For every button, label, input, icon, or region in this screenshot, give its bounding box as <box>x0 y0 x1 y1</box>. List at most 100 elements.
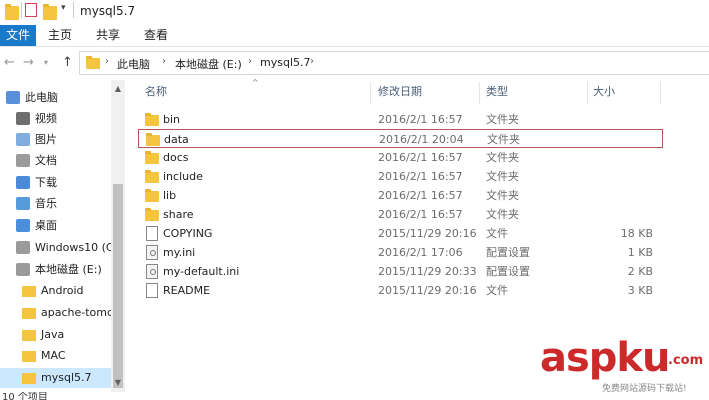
settings-file-icon <box>146 245 158 260</box>
file-icon <box>146 226 158 241</box>
column-divider[interactable] <box>479 82 480 104</box>
watermark-brand: aspku <box>540 335 671 381</box>
file-size <box>593 148 653 167</box>
music-icon <box>16 197 30 210</box>
breadcrumb-separator[interactable]: › <box>248 56 252 67</box>
new-folder-icon[interactable] <box>43 4 57 20</box>
computer-icon <box>6 91 20 104</box>
column-divider[interactable] <box>370 82 371 104</box>
scroll-up-icon[interactable]: ▲ <box>111 82 125 96</box>
file-type: 文件夹 <box>486 189 519 202</box>
file-row-lib[interactable]: lib 2016/2/1 16:57 文件夹 <box>138 186 661 205</box>
file-row-readme[interactable]: README 2015/11/29 20:16 文件 3 KB <box>138 281 661 300</box>
column-header-date[interactable]: 修改日期 <box>378 80 422 104</box>
file-size <box>593 110 653 129</box>
file-size <box>594 130 654 149</box>
customize-toolbar-icon[interactable]: ▾ <box>61 3 66 17</box>
nav-item-label: apache-tomca <box>41 306 111 319</box>
breadcrumb-separator[interactable]: › <box>310 56 314 67</box>
file-date: 2016/2/1 20:04 <box>379 133 464 146</box>
column-divider[interactable] <box>660 82 661 104</box>
nav-item-label: 图片 <box>35 133 57 146</box>
file-name: lib <box>163 189 177 202</box>
file-type: 文件夹 <box>486 113 519 126</box>
breadcrumb-drive-e[interactable]: 本地磁盘 (E:) <box>175 56 242 72</box>
nav-item-label: 本地磁盘 (E:) <box>35 263 102 276</box>
file-type: 配置设置 <box>486 265 530 278</box>
file-date: 2016/2/1 16:57 <box>378 170 463 183</box>
breadcrumb-this-pc[interactable]: 此电脑 <box>117 56 150 72</box>
navigation-pane: 此电脑视频图片文档下载 音乐桌面 Windows10 (C: 本地磁盘 (E:) And… <box>0 80 125 392</box>
column-header-size[interactable]: 大小 <box>593 80 615 104</box>
properties-icon[interactable] <box>25 3 37 17</box>
watermark-tld: .com <box>668 353 704 368</box>
nav-item-7[interactable]: Windows10 (C: <box>0 238 111 258</box>
breadcrumb-separator[interactable]: › <box>162 56 166 67</box>
breadcrumb-mysql[interactable]: mysql5.7 <box>260 56 311 69</box>
column-header-name[interactable]: 名称 <box>145 80 167 104</box>
folder-icon <box>22 286 36 297</box>
nav-item-label: MAC <box>41 349 66 362</box>
sort-ascending-icon: ^ <box>252 78 259 87</box>
nav-item-12[interactable]: MAC <box>0 346 111 366</box>
watermark-logo: aspku .com 免费网站源码下载站! <box>540 335 705 395</box>
nav-item-label: 桌面 <box>35 219 57 232</box>
back-icon[interactable]: ← <box>4 55 15 70</box>
nav-item-2[interactable]: 图片 <box>0 130 111 150</box>
nav-item-11[interactable]: Java <box>0 325 111 345</box>
nav-item-10[interactable]: apache-tomca <box>0 303 111 323</box>
up-icon[interactable]: ↑ <box>62 55 73 70</box>
address-bar[interactable]: › 此电脑 › 本地磁盘 (E:) › mysql5.7 › <box>79 51 709 75</box>
nav-item-6[interactable]: 桌面 <box>0 216 111 236</box>
item-count: 10 个项目 <box>2 392 48 400</box>
nav-item-0[interactable]: 此电脑 <box>0 88 111 108</box>
file-row-share[interactable]: share 2016/2/1 16:57 文件夹 <box>138 205 661 224</box>
divider <box>21 2 22 18</box>
nav-item-9[interactable]: Android <box>0 281 111 301</box>
file-date: 2015/11/29 20:33 <box>378 265 477 278</box>
file-row-copying[interactable]: COPYING 2015/11/29 20:16 文件 18 KB <box>138 224 661 243</box>
nav-item-13[interactable]: mysql5.7 <box>0 368 111 388</box>
nav-item-label: 此电脑 <box>25 91 58 104</box>
file-row-docs[interactable]: docs 2016/2/1 16:57 文件夹 <box>138 148 661 167</box>
column-divider[interactable] <box>587 82 588 104</box>
file-date: 2016/2/1 16:57 <box>378 113 463 126</box>
tab-view[interactable]: 查看 <box>142 25 170 46</box>
tab-file[interactable]: 文件 <box>0 25 36 46</box>
file-row-data[interactable]: data 2016/2/1 20:04 文件夹 <box>138 129 663 148</box>
nav-item-label: mysql5.7 <box>41 371 92 384</box>
folder-icon <box>22 330 36 341</box>
folder-icon <box>22 373 36 384</box>
nav-item-label: 视频 <box>35 112 57 125</box>
tab-home[interactable]: 主页 <box>46 25 74 46</box>
nav-item-label: 文档 <box>35 154 57 167</box>
nav-item-4[interactable]: 下载 <box>0 173 111 193</box>
nav-item-8[interactable]: 本地磁盘 (E:) <box>0 260 111 280</box>
file-row-my-ini[interactable]: my.ini 2016/2/1 17:06 配置设置 1 KB <box>138 243 661 262</box>
folder-icon <box>145 151 159 164</box>
window-title: mysql5.7 <box>80 4 136 18</box>
breadcrumb-separator[interactable]: › <box>105 56 109 67</box>
nav-scrollbar[interactable]: ▲ ▼ <box>111 80 125 392</box>
folder-icon <box>22 308 36 319</box>
folder-icon <box>145 170 159 183</box>
file-date: 2016/2/1 17:06 <box>378 246 463 259</box>
file-row-my-default-ini[interactable]: my-default.ini 2015/11/29 20:33 配置设置 2 KB <box>138 262 661 281</box>
settings-file-icon <box>146 264 158 279</box>
nav-item-3[interactable]: 文档 <box>0 151 111 171</box>
file-date: 2016/2/1 16:57 <box>378 189 463 202</box>
nav-item-1[interactable]: 视频 <box>0 109 111 129</box>
forward-icon[interactable]: → <box>23 55 34 70</box>
nav-item-5[interactable]: 音乐 <box>0 194 111 214</box>
file-size <box>593 205 653 224</box>
file-row-bin[interactable]: bin 2016/2/1 16:57 文件夹 <box>138 110 661 129</box>
recent-locations-icon[interactable]: ▾ <box>44 58 48 67</box>
status-bar: 10 个项目 <box>0 392 709 400</box>
video-icon <box>16 112 30 125</box>
scroll-thumb[interactable] <box>113 184 123 388</box>
file-name: COPYING <box>163 227 213 240</box>
column-header-type[interactable]: 类型 <box>486 80 508 104</box>
file-row-include[interactable]: include 2016/2/1 16:57 文件夹 <box>138 167 661 186</box>
tab-share[interactable]: 共享 <box>94 25 122 46</box>
scroll-down-icon[interactable]: ▼ <box>111 376 125 390</box>
